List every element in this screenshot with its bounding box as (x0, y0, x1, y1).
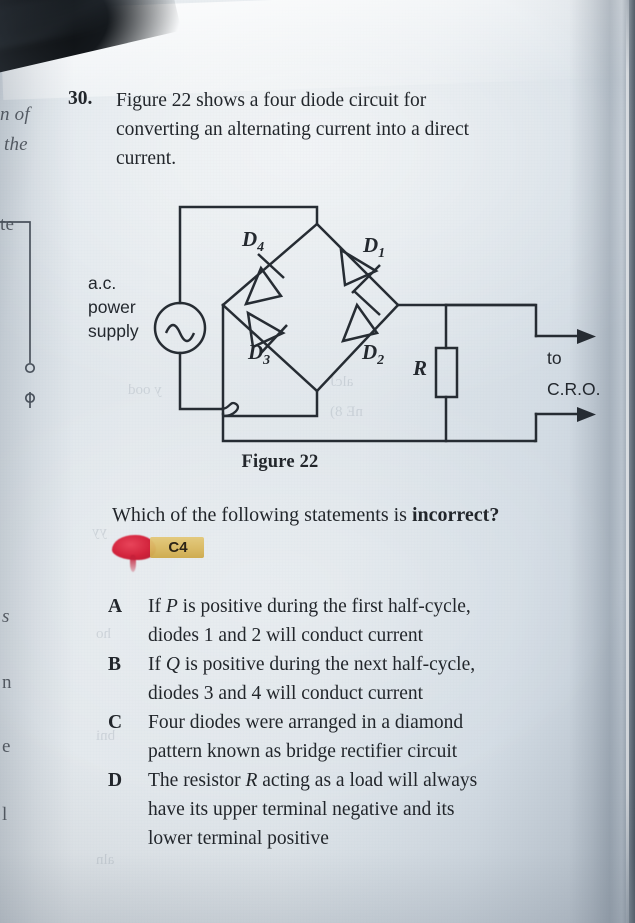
diode-d3-letter: D (248, 340, 264, 364)
question-line-2: converting an alternating current into a… (116, 119, 470, 140)
option-d-text: The resistor R acting as a load will alw… (148, 766, 608, 853)
margin-fragment-text: l (2, 804, 8, 825)
option-d-line-2: have its upper terminal negative and its (148, 799, 455, 820)
stem-prefix: Which of the following statements is (112, 504, 412, 526)
option-b-line-1: If Q is positive during the next half-cy… (148, 650, 608, 679)
resistor-symbol (434, 346, 459, 399)
cro-arrow-bottom (534, 407, 596, 422)
option-b-line-2: diodes 3 and 4 will conduct current (148, 683, 424, 704)
question-number: 30. (68, 88, 93, 109)
cro-label-line2: C.R.O. (547, 379, 601, 399)
answer-options-list: A If P is positive during the first half… (108, 592, 608, 853)
right-page-edge-dark (629, 0, 635, 923)
figure-caption: Figure 22 (241, 452, 319, 472)
option-a-line-1: If P is positive during the first half-c… (148, 592, 608, 621)
diode-d2-label: D2 (362, 340, 384, 369)
margin-fragment-text: n (2, 672, 12, 693)
ac-source-symbol (153, 301, 207, 355)
question-block: 30. Figure 22 shows a four diode circuit… (68, 86, 608, 173)
cro-output-label: to C.R.O. (547, 343, 600, 405)
c4-annotation-badge: C4 (112, 534, 212, 572)
margin-fragment-text: s (2, 606, 10, 627)
option-b-variable: Q (165, 654, 180, 675)
option-d-variable: R (245, 770, 258, 791)
question-stem: Which of the following statements is inc… (112, 504, 499, 527)
diode-d2-letter: D (362, 340, 378, 364)
option-a[interactable]: A If P is positive during the first half… (108, 592, 608, 650)
option-d-line-3: lower terminal positive (148, 828, 329, 849)
diode-d3-subscript: 3 (263, 353, 271, 369)
option-d-line1-lead: The resistor (148, 770, 246, 791)
option-d-line-1: The resistor R acting as a load will alw… (148, 766, 608, 795)
cro-arrow-top (534, 329, 596, 344)
textbook-page-photo: y ood alcJ nE 8) yy ho bni aln n of the … (0, 0, 635, 923)
diode-d2-symbol (340, 290, 381, 343)
option-d-line1-tail: acting as a load will always (257, 770, 478, 791)
option-a-variable: P (165, 596, 178, 617)
option-b[interactable]: B If Q is positive during the next half-… (108, 650, 608, 708)
option-d[interactable]: D The resistor R acting as a load will a… (108, 766, 608, 853)
option-a-line1-lead: If (148, 596, 166, 617)
diode-d4-label: D4 (242, 227, 264, 256)
ac-supply-label-line3: supply (88, 321, 139, 341)
resistor-label: R (413, 356, 428, 380)
option-a-line-2: diodes 1 and 2 will conduct current (148, 625, 424, 646)
question-line-3: current. (116, 148, 177, 169)
bleed-through-ghost: yy (92, 524, 107, 540)
ac-sine-glyph (164, 323, 196, 343)
margin-fragment-text: the (4, 134, 28, 155)
ac-supply-label-line1: a.c. (88, 273, 117, 293)
diode-d1-subscript: 1 (378, 246, 386, 262)
option-c-line-2: pattern known as bridge rectifier circui… (148, 741, 458, 762)
option-a-letter: A (108, 596, 123, 617)
margin-partial-circuit (0, 221, 36, 408)
ac-supply-label: a.c. power supply (88, 271, 139, 343)
diode-d3-label: D3 (248, 340, 270, 369)
option-b-line1-lead: If (148, 654, 166, 675)
diode-d1-label: D1 (363, 233, 385, 262)
margin-fragment-text: n of (0, 104, 30, 125)
question-text: Figure 22 shows a four diode circuit for… (116, 86, 608, 173)
option-c[interactable]: C Four diodes were arranged in a diamond… (108, 708, 608, 766)
bridge-rectifier-svg: .wire { stroke:#262c33; stroke-width:2.5… (153, 205, 596, 443)
bleed-through-ghost: aln (96, 852, 115, 868)
option-d-letter: D (108, 770, 123, 791)
option-c-text: Four diodes were arranged in a diamond p… (148, 708, 608, 766)
cro-label-line1: to (547, 348, 562, 368)
option-a-text: If P is positive during the first half-c… (148, 592, 608, 650)
option-a-line1-tail: is positive during the first half-cycle, (177, 596, 471, 617)
diode-d1-letter: D (363, 233, 379, 257)
option-c-line-1: Four diodes were arranged in a diamond (148, 712, 464, 733)
margin-fragment-text: e (2, 736, 11, 757)
c4-tag-text: C4 (168, 539, 188, 556)
diode-d2-subscript: 2 (377, 353, 385, 369)
stem-emphasis: incorrect? (411, 504, 500, 526)
ac-supply-label-line2: power (88, 297, 136, 317)
option-b-text: If Q is positive during the next half-cy… (148, 650, 608, 708)
question-line-1: Figure 22 shows a four diode circuit for (116, 90, 427, 111)
diode-d4-subscript: 4 (257, 240, 265, 256)
diode-d4-letter: D (242, 227, 258, 251)
option-b-letter: B (108, 654, 122, 675)
option-b-line1-tail: is positive during the next half-cycle, (179, 654, 476, 675)
red-ink-drip (130, 555, 136, 572)
figure-22-circuit-diagram: .wire { stroke:#262c33; stroke-width:2.5… (80, 193, 635, 443)
option-c-letter: C (108, 712, 123, 733)
